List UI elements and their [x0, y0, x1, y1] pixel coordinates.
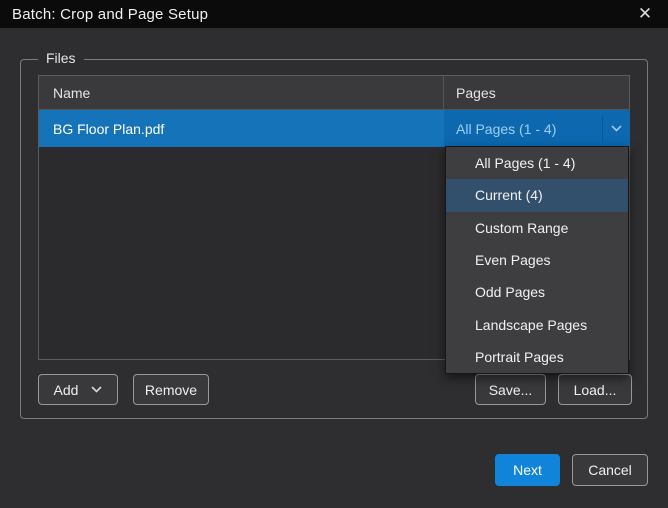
- remove-button[interactable]: Remove: [133, 374, 209, 405]
- menu-item-current[interactable]: Current (4): [446, 179, 628, 212]
- pages-combobox-value: All Pages (1 - 4): [456, 120, 557, 137]
- dialog-titlebar: Batch: Crop and Page Setup ✕: [0, 0, 668, 28]
- column-header-pages[interactable]: Pages: [456, 76, 496, 110]
- load-button-label: Load...: [573, 381, 617, 398]
- cancel-button-label: Cancel: [588, 462, 632, 478]
- file-name-cell: BG Floor Plan.pdf: [53, 120, 165, 137]
- pages-dropdown-menu: All Pages (1 - 4) Current (4) Custom Ran…: [445, 146, 629, 374]
- menu-item-odd-pages[interactable]: Odd Pages: [446, 276, 628, 308]
- chevron-down-icon[interactable]: [603, 110, 630, 147]
- chevron-down-icon: [91, 386, 103, 393]
- remove-button-label: Remove: [144, 381, 198, 398]
- save-button[interactable]: Save...: [475, 374, 546, 405]
- column-divider: [443, 76, 444, 110]
- cancel-button[interactable]: Cancel: [572, 454, 648, 486]
- menu-item-portrait-pages[interactable]: Portrait Pages: [446, 341, 628, 373]
- files-group-label: Files: [38, 50, 84, 66]
- column-header-name[interactable]: Name: [53, 76, 90, 110]
- dialog-title: Batch: Crop and Page Setup: [12, 5, 209, 23]
- menu-item-landscape-pages[interactable]: Landscape Pages: [446, 308, 628, 340]
- close-icon[interactable]: ✕: [628, 0, 662, 28]
- add-button[interactable]: Add: [38, 374, 118, 405]
- add-button-label: Add: [53, 381, 79, 398]
- next-button-label: Next: [513, 462, 542, 478]
- menu-item-all-pages[interactable]: All Pages (1 - 4): [446, 147, 628, 179]
- next-button[interactable]: Next: [495, 454, 560, 486]
- save-button-label: Save...: [488, 381, 533, 398]
- menu-item-custom-range[interactable]: Custom Range: [446, 212, 628, 244]
- pages-combobox[interactable]: All Pages (1 - 4): [444, 110, 630, 147]
- menu-item-even-pages[interactable]: Even Pages: [446, 244, 628, 276]
- files-table-header: Name Pages: [39, 76, 629, 110]
- table-row[interactable]: BG Floor Plan.pdf All Pages (1 - 4): [39, 110, 630, 147]
- load-button[interactable]: Load...: [558, 374, 632, 405]
